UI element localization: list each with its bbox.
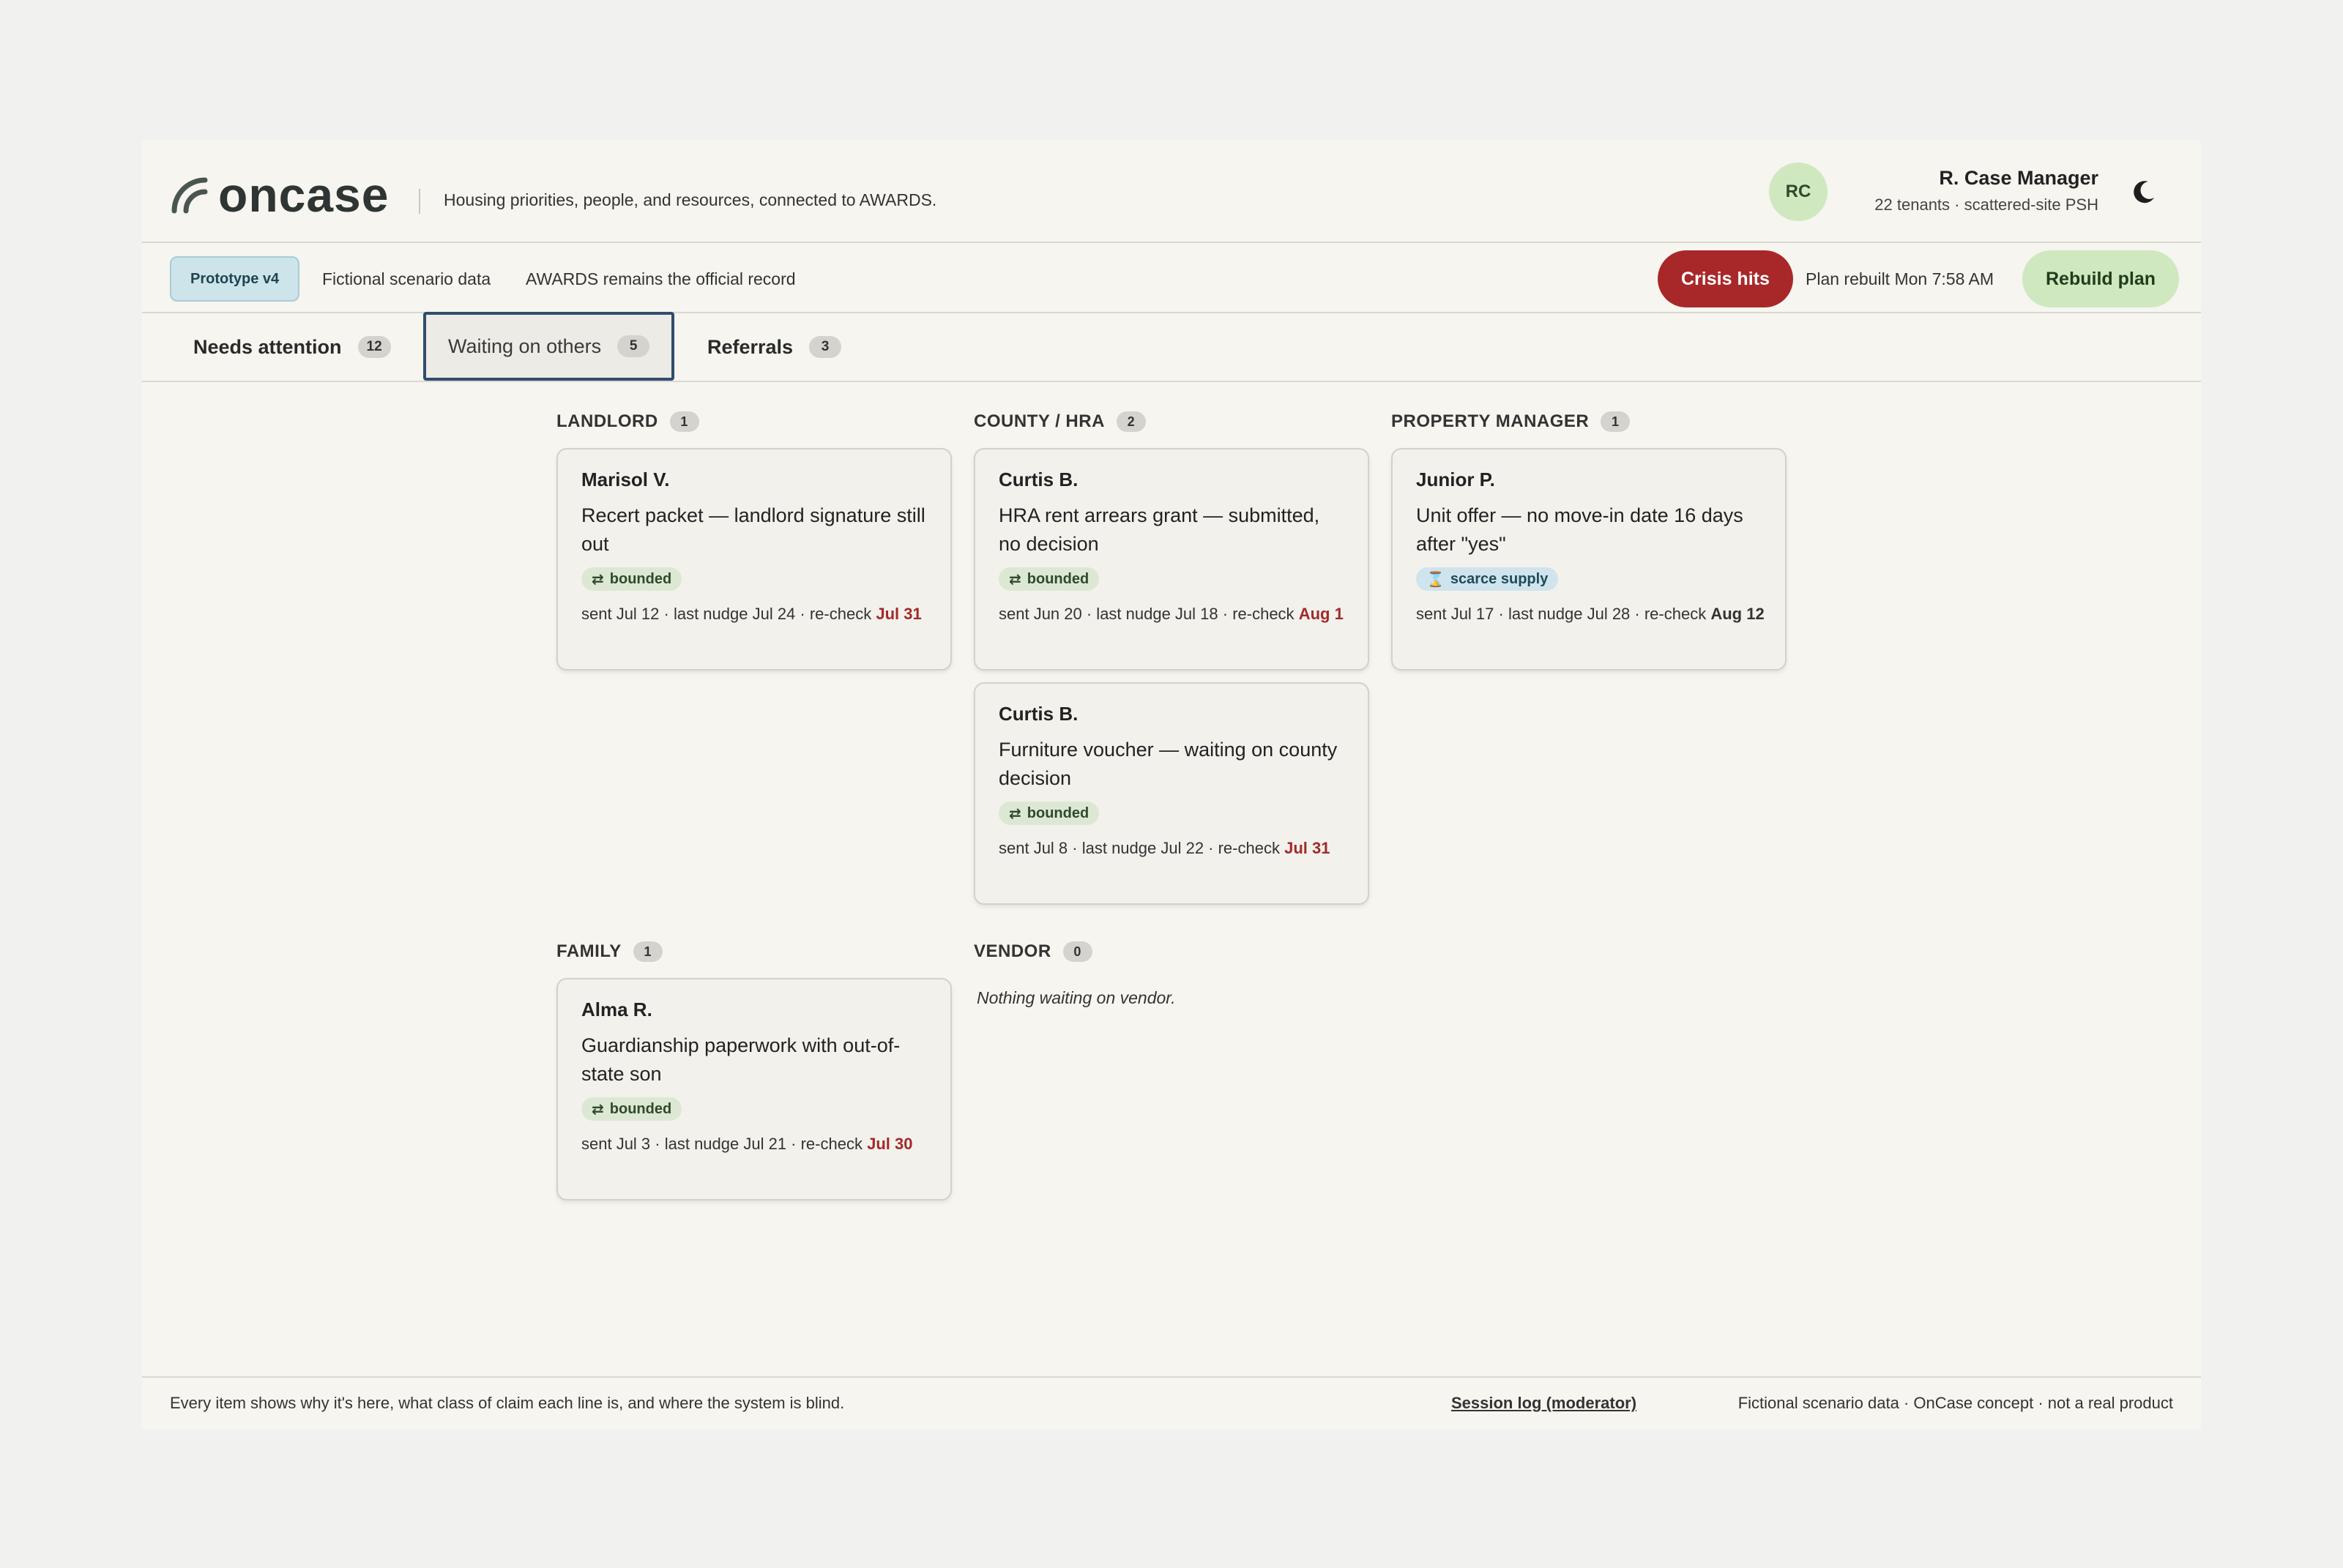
tab-label: Needs attention — [193, 335, 342, 358]
section-title: FAMILY — [556, 941, 622, 961]
official-record-note: AWARDS remains the official record — [526, 269, 796, 288]
footer-disclaimer: Fictional scenario data · OnCase concept… — [1737, 1394, 2173, 1412]
app-name: oncase — [218, 168, 390, 222]
section-count: 2 — [1116, 411, 1146, 432]
bounded-chip: ⇄ bounded — [581, 1097, 682, 1121]
notice-bar: Prototype v4 Fictional scenario data AWA… — [142, 243, 2201, 313]
timeline-text: sent Jul 8 · last nudge Jul 22 · re-chec… — [999, 839, 1280, 857]
session-log-link[interactable]: Session log (moderator) — [1451, 1394, 1636, 1413]
waiting-card-alma[interactable]: Alma R. Guardianship paperwork with out-… — [556, 978, 952, 1201]
waiting-card-curtis-furniture[interactable]: Curtis B. Furniture voucher — waiting on… — [974, 682, 1369, 905]
plan-rebuilt-status: Plan rebuilt Mon 7:58 AM — [1806, 269, 1994, 288]
moon-icon[interactable] — [2129, 177, 2158, 206]
item-description: Guardianship paperwork with out-of-state… — [581, 1034, 901, 1085]
tab-waiting-on-others[interactable]: Waiting on others 5 — [423, 312, 675, 381]
item-description: Furniture voucher — waiting on county de… — [999, 739, 1338, 789]
bounded-chip: ⇄ bounded — [999, 802, 1100, 825]
chip-label: bounded — [609, 570, 672, 587]
section-count: 1 — [1601, 411, 1631, 432]
rebuild-plan-button[interactable]: Rebuild plan — [2022, 250, 2179, 307]
section-family-header: FAMILY 1 — [556, 941, 663, 962]
tab-referrals[interactable]: Referrals 3 — [707, 313, 842, 381]
chip-label: bounded — [1027, 570, 1089, 587]
item-timeline: sent Jul 8 · last nudge Jul 22 · re-chec… — [999, 837, 1350, 860]
user-name: R. Case Manager — [1939, 167, 2098, 189]
item-description: Recert packet — landlord signature still… — [581, 504, 925, 555]
user-info: R. Case Manager 22 tenants · scattered-s… — [1874, 167, 2098, 214]
timeline-text: sent Jul 17 · last nudge Jul 28 · re-che… — [1416, 605, 1707, 623]
timeline-text: sent Jul 3 · last nudge Jul 21 · re-chec… — [581, 1135, 863, 1153]
tab-count: 3 — [809, 336, 842, 358]
app-tagline: Housing priorities, people, and resource… — [444, 190, 937, 209]
app-window: oncase Housing priorities, people, and r… — [142, 141, 2201, 1429]
fictional-data-note: Fictional scenario data — [322, 269, 491, 288]
avatar[interactable]: RC — [1769, 163, 1828, 221]
hourglass-icon: ⌛ — [1426, 571, 1445, 588]
swap-arrows-icon: ⇄ — [592, 571, 604, 588]
item-timeline: sent Jun 20 · last nudge Jul 18 · re-che… — [999, 602, 1350, 626]
section-vendor-header: VENDOR 0 — [974, 941, 1092, 962]
item-description: HRA rent arrears grant — submitted, no d… — [999, 504, 1320, 555]
swap-arrows-icon: ⇄ — [1009, 571, 1021, 588]
chip-label: bounded — [609, 1100, 672, 1117]
waiting-card-marisol[interactable]: Marisol V. Recert packet — landlord sign… — [556, 448, 952, 671]
section-county-header: COUNTY / HRA 2 — [974, 411, 1146, 432]
crisis-hits-button[interactable]: Crisis hits — [1658, 250, 1793, 307]
tenant-name: Curtis B. — [999, 703, 1079, 725]
tab-needs-attention[interactable]: Needs attention 12 — [193, 313, 391, 381]
user-caseload: 22 tenants · scattered-site PSH — [1874, 195, 2098, 214]
chip-label: scarce supply — [1450, 570, 1549, 587]
recheck-date: Aug 12 — [1710, 605, 1765, 623]
item-description: Unit offer — no move-in date 16 days aft… — [1416, 504, 1743, 555]
recheck-date: Jul 31 — [876, 605, 922, 623]
tenant-name: Marisol V. — [581, 468, 670, 490]
swap-arrows-icon: ⇄ — [592, 1101, 604, 1118]
footer-explainer: Every item shows why it's here, what cla… — [170, 1394, 845, 1412]
section-count: 1 — [669, 411, 699, 432]
app-header: oncase Housing priorities, people, and r… — [142, 141, 2201, 243]
recheck-date: Jul 31 — [1284, 839, 1330, 857]
vendor-empty-note: Nothing waiting on vendor. — [977, 988, 1176, 1007]
section-count: 0 — [1062, 941, 1092, 962]
tab-label: Waiting on others — [448, 335, 602, 357]
item-timeline: sent Jul 12 · last nudge Jul 24 · re-che… — [581, 602, 933, 626]
recheck-date: Aug 1 — [1298, 605, 1344, 623]
bounded-chip: ⇄ bounded — [999, 567, 1100, 591]
waiting-card-junior[interactable]: Junior P. Unit offer — no move-in date 1… — [1391, 448, 1787, 671]
section-count: 1 — [633, 941, 663, 962]
waiting-card-curtis-hra[interactable]: Curtis B. HRA rent arrears grant — submi… — [974, 448, 1369, 671]
section-title: COUNTY / HRA — [974, 411, 1105, 431]
app-footer: Every item shows why it's here, what cla… — [142, 1376, 2201, 1429]
tab-bar: Needs attention 12 Waiting on others 5 R… — [142, 312, 2201, 382]
prototype-badge: Prototype v4 — [170, 256, 300, 302]
section-title: LANDLORD — [556, 411, 658, 431]
tab-label: Referrals — [707, 335, 794, 358]
chip-label: bounded — [1027, 804, 1089, 821]
tab-count: 5 — [617, 335, 650, 357]
scarce-supply-chip: ⌛ scarce supply — [1416, 567, 1559, 591]
swap-arrows-icon: ⇄ — [1009, 805, 1021, 822]
tenant-name: Junior P. — [1416, 468, 1495, 490]
logo-icon — [171, 177, 208, 214]
header-divider — [419, 189, 420, 214]
tenant-name: Curtis B. — [999, 468, 1079, 490]
item-timeline: sent Jul 3 · last nudge Jul 21 · re-chec… — [581, 1132, 933, 1156]
tab-count: 12 — [357, 336, 391, 358]
tenant-name: Alma R. — [581, 998, 652, 1020]
section-title: PROPERTY MANAGER — [1391, 411, 1590, 431]
section-landlord-header: LANDLORD 1 — [556, 411, 699, 432]
section-property-manager-header: PROPERTY MANAGER 1 — [1391, 411, 1631, 432]
recheck-date: Jul 30 — [867, 1135, 913, 1153]
timeline-text: sent Jun 20 · last nudge Jul 18 · re-che… — [999, 605, 1295, 623]
section-title: VENDOR — [974, 941, 1051, 961]
logo[interactable]: oncase — [170, 167, 389, 223]
item-timeline: sent Jul 17 · last nudge Jul 28 · re-che… — [1416, 602, 1768, 626]
timeline-text: sent Jul 12 · last nudge Jul 24 · re-che… — [581, 605, 872, 623]
bounded-chip: ⇄ bounded — [581, 567, 682, 591]
